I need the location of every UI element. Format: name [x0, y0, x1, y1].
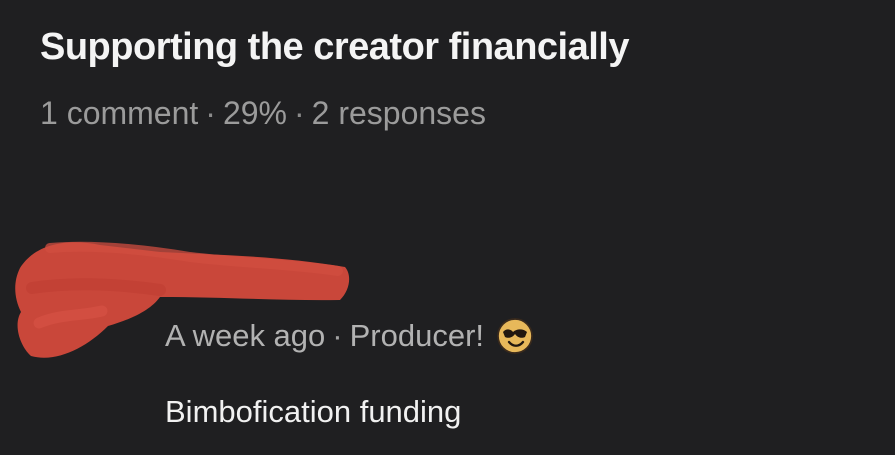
stats-separator: · — [293, 95, 305, 131]
comment-author-label: Producer! — [349, 318, 485, 353]
post-stats: 1 comment · 29% · 2 responses — [40, 93, 486, 133]
stats-separator: · — [205, 95, 216, 131]
comment-timestamp: A week ago — [165, 318, 326, 353]
response-count[interactable]: 2 responses — [312, 95, 486, 131]
comment-body: Bimbofication funding — [165, 394, 462, 429]
post-title: Supporting the creator financially — [40, 26, 629, 68]
response-percentage: 29% — [222, 95, 287, 131]
comment-meta-separator: · — [332, 318, 343, 353]
comment-meta: A week ago · Producer! — [165, 316, 534, 356]
post-response-view: Supporting the creator financially 1 com… — [0, 0, 895, 455]
smiling-face-with-sunglasses-icon — [497, 318, 533, 354]
comment-count[interactable]: 1 comment — [40, 95, 198, 131]
